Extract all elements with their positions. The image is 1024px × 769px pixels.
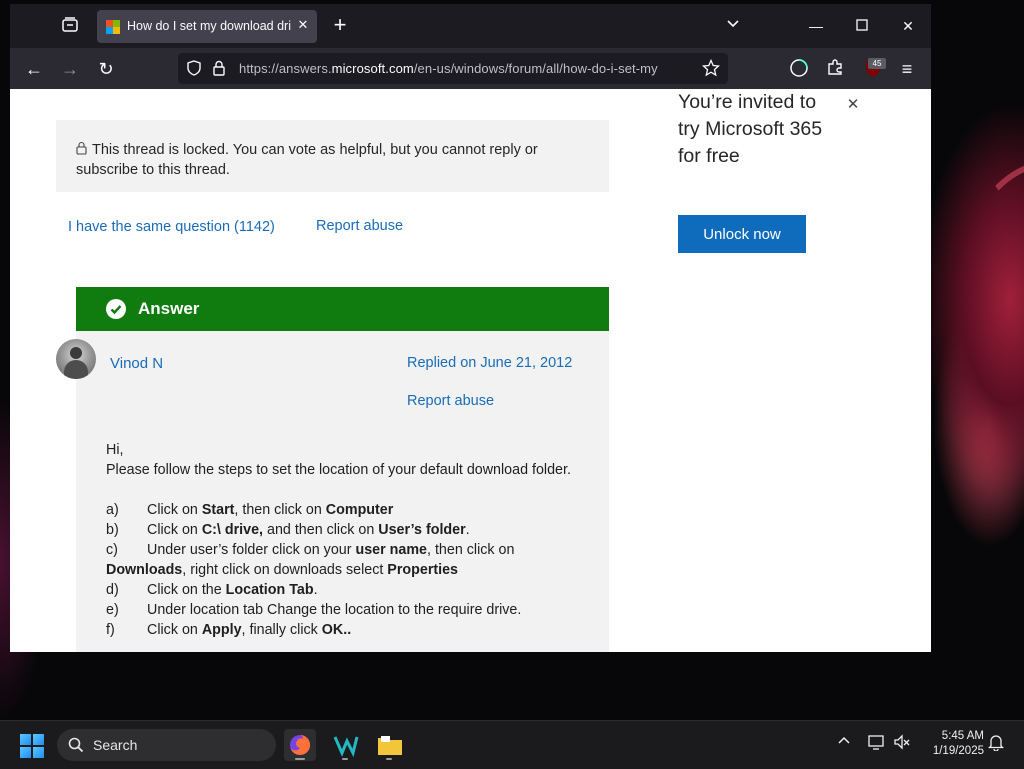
search-label: Search (93, 737, 138, 753)
intro: Please follow the steps to set the locat… (106, 462, 571, 478)
step-text: . (465, 522, 470, 538)
reload-icon[interactable]: ↻ (95, 58, 117, 80)
microsoft-logo-icon (106, 20, 120, 34)
step-emphasis: Computer (325, 502, 394, 518)
step-text: . (313, 582, 318, 598)
ad-title: You’re invited to try Microsoft 365 for … (678, 91, 823, 167)
step-text: Under location tab Change the location t… (147, 602, 522, 618)
step-emphasis: Start (201, 502, 235, 518)
step-letter: e) (106, 602, 119, 618)
step-item: c) Under user’s folder click on your user… (106, 540, 576, 580)
nav-toolbar: ← → ↻ https://answers.microsoft.com/en-u… (10, 48, 931, 89)
back-icon[interactable]: ← (23, 58, 45, 80)
page-content: This thread is locked. You can vote as h… (10, 89, 931, 652)
tab-active[interactable]: How do I set my download drive ✕ (97, 10, 317, 43)
step-emphasis: Apply (201, 622, 242, 638)
step-item: f) Click on Apply, finally click OK.. (106, 620, 576, 640)
tab-close-icon[interactable]: ✕ (295, 17, 311, 35)
step-emphasis: OK.. (321, 622, 352, 638)
step-emphasis: Downloads (106, 562, 183, 578)
menu-icon[interactable]: ≡ (896, 58, 918, 80)
answer-header: Answer (76, 287, 609, 331)
same-question-button[interactable]: I have the same question (1142) (68, 219, 275, 235)
tab-list-icon[interactable] (60, 16, 80, 36)
steps-list: a) Click on Start, then click on Computer… (106, 500, 576, 640)
sync-icon[interactable] (788, 58, 810, 80)
address-bar[interactable]: https://answers.microsoft.com/en-us/wind… (178, 53, 728, 84)
step-item: e) Under location tab Change the location… (106, 600, 576, 620)
step-item: d) Click on the Location Tab. (106, 580, 576, 600)
chevron-down-icon[interactable] (723, 16, 743, 36)
minimize-button[interactable]: — (806, 16, 826, 36)
taskbar: Search 5:45 AM 1/19/2025 (0, 720, 1024, 769)
step-text: , then click on (234, 502, 326, 518)
extension-badge: 45 (868, 58, 886, 69)
extensions-icon[interactable] (824, 58, 846, 80)
taskbar-search[interactable]: Search (57, 729, 276, 761)
greeting: Hi, (106, 442, 124, 458)
step-letter: b) (106, 522, 119, 538)
step-text: and then click on (263, 522, 379, 538)
step-text: Click on (147, 502, 202, 518)
clock-time: 5:45 AM (941, 730, 984, 742)
step-letter: d) (106, 582, 119, 598)
forward-icon[interactable]: → (59, 58, 81, 80)
close-icon[interactable]: ✕ (845, 97, 861, 113)
step-emphasis: Properties (387, 562, 459, 578)
app-vs-icon[interactable] (330, 729, 362, 761)
step-emphasis: Location Tab (225, 582, 314, 598)
firefox-icon[interactable] (284, 729, 316, 761)
network-icon[interactable] (866, 733, 886, 755)
step-text: Click on (147, 522, 202, 538)
tab-title: How do I set my download drive (127, 19, 291, 33)
url-text: https://answers.microsoft.com/en-us/wind… (239, 61, 658, 76)
locked-notice-text: This thread is locked. You can vote as h… (76, 142, 538, 178)
answer-text: Hi, Please follow the steps to set the l… (106, 440, 576, 640)
new-tab-button[interactable]: + (328, 14, 352, 38)
step-text: , then click on (427, 542, 515, 558)
step-item: a) Click on Start, then click on Computer (106, 500, 576, 520)
tab-bar: How do I set my download drive ✕ + — ✕ (10, 4, 931, 48)
taskbar-clock[interactable]: 5:45 AM 1/19/2025 (914, 729, 984, 759)
step-emphasis: C:\ drive, (201, 522, 264, 538)
step-text: Click on (147, 622, 202, 638)
clock-date: 1/19/2025 (932, 745, 984, 757)
chevron-up-icon[interactable] (834, 733, 854, 755)
shield-icon[interactable] (186, 60, 202, 76)
step-item: b) Click on C:\ drive, and then click on … (106, 520, 576, 540)
step-letter: f) (106, 622, 115, 638)
search-icon (68, 737, 84, 753)
check-circle-icon (106, 299, 126, 319)
step-text: Under user’s folder click on your (147, 542, 356, 558)
unlock-now-button[interactable]: Unlock now (678, 215, 806, 253)
author-name[interactable]: Vinod N (110, 355, 163, 372)
step-text: Click on the (147, 582, 226, 598)
volume-muted-icon[interactable] (892, 733, 912, 755)
bookmark-star-icon[interactable] (701, 58, 721, 77)
folder-icon[interactable] (374, 729, 406, 761)
window-close-button[interactable]: ✕ (898, 16, 918, 36)
report-abuse-link[interactable]: Report abuse (316, 218, 403, 234)
answer-label: Answer (138, 299, 200, 318)
lock-icon (76, 141, 87, 155)
answer-report-abuse-link[interactable]: Report abuse (407, 393, 494, 409)
avatar[interactable] (56, 339, 96, 379)
step-emphasis: user name (355, 542, 427, 558)
step-letter: a) (106, 502, 119, 518)
lock-icon[interactable] (212, 60, 226, 76)
step-text: , right click on downloads select (182, 562, 388, 578)
locked-notice: This thread is locked. You can vote as h… (56, 120, 609, 192)
step-text: , finally click (241, 622, 322, 638)
replied-date: Replied on June 21, 2012 (407, 355, 573, 371)
notification-bell-icon[interactable] (986, 733, 1006, 755)
windows-start-icon[interactable] (20, 734, 44, 758)
maximize-button[interactable] (852, 16, 872, 36)
step-emphasis: User’s folder (378, 522, 466, 538)
browser-window: How do I set my download drive ✕ + — ✕ ←… (10, 4, 931, 652)
step-letter: c) (106, 542, 118, 558)
